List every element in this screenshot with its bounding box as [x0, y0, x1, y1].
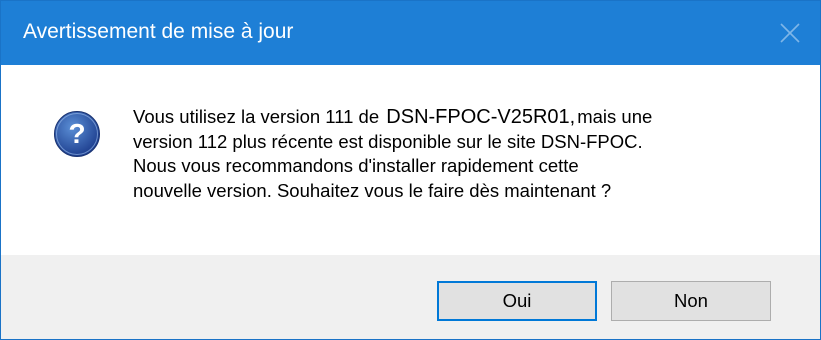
update-warning-dialog: Avertissement de mise à jour ? Vous util…: [0, 0, 821, 340]
no-button[interactable]: Non: [611, 281, 771, 321]
close-button[interactable]: [760, 1, 820, 65]
message-text: Vous utilisez la version 111 de DSN-FPOC…: [133, 105, 793, 203]
message-line-3: Nous vous recommandons d'installer rapid…: [133, 155, 579, 176]
message-line-1-suffix: mais une: [577, 106, 653, 127]
question-icon: ?: [54, 111, 100, 157]
message-line-2: version 112 plus récente est disponible …: [133, 130, 643, 152]
button-bar: Oui Non: [1, 255, 820, 339]
window-title: Avertissement de mise à jour: [23, 20, 294, 43]
message-area: ? Vous utilisez la version 111 de DSN-FP…: [1, 65, 820, 255]
svg-text:?: ?: [68, 118, 85, 149]
message-line-1: Vous utilisez la version 111 de DSN-FPOC…: [133, 105, 793, 130]
app-name: DSN-FPOC-V25R01,: [384, 106, 578, 128]
title-bar[interactable]: Avertissement de mise à jour: [1, 1, 820, 65]
message-line-1-prefix: Vous utilisez la version 111 de: [133, 106, 380, 127]
message-line-4: nouvelle version. Souhaitez vous le fair…: [133, 179, 612, 201]
close-icon: [780, 23, 800, 43]
yes-button[interactable]: Oui: [437, 281, 597, 321]
